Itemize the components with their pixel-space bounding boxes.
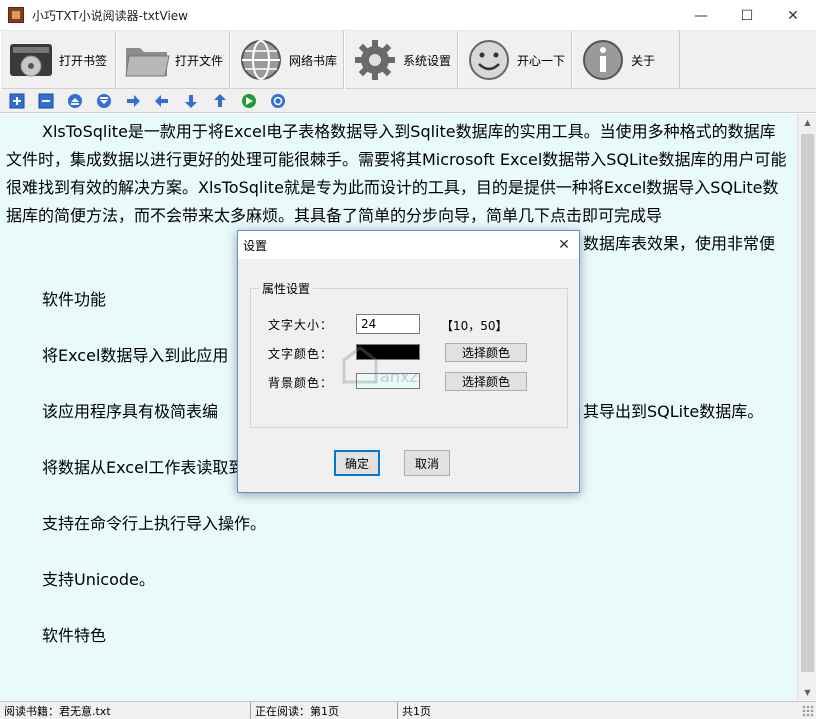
scroll-up-arrow-icon[interactable]: ▲: [798, 114, 816, 131]
choose-text-color-button[interactable]: 选择颜色: [445, 343, 527, 362]
dialog-close-button[interactable]: ✕: [555, 236, 573, 254]
gear-icon: [351, 36, 399, 84]
status-book: 阅读书籍：君无意.txt: [0, 701, 251, 719]
open-bookmark-button[interactable]: 打开书签: [0, 31, 116, 89]
open-file-button[interactable]: 打开文件: [116, 31, 230, 89]
text-color-label: 文字颜色：: [268, 347, 334, 361]
smiley-icon: [465, 36, 513, 84]
auto-scroll-icon[interactable]: [240, 92, 258, 110]
scroll-thumb[interactable]: [801, 134, 814, 672]
close-button[interactable]: ✕: [770, 0, 816, 31]
fun-label: 开心一下: [516, 53, 565, 68]
resize-grip-icon[interactable]: [802, 705, 814, 717]
online-library-button[interactable]: 网络书库: [230, 31, 344, 89]
open-file-label: 打开文件: [175, 53, 224, 68]
open-bookmark-label: 打开书签: [59, 53, 108, 68]
dialog-title: 设置: [243, 238, 268, 253]
online-library-label: 网络书库: [288, 53, 337, 68]
maximize-button[interactable]: ☐: [724, 0, 770, 31]
choose-bg-color-button[interactable]: 选择颜色: [445, 372, 527, 391]
window-title: 小巧TXT小说阅读器-txtView: [32, 8, 188, 23]
scroll-top-icon[interactable]: [66, 92, 84, 110]
info-icon: [579, 36, 627, 84]
folder-icon: [123, 36, 171, 84]
zoom-in-icon[interactable]: [8, 92, 26, 110]
cd-drive-icon: [7, 36, 55, 84]
main-toolbar: 打开书签 打开文件 网络书库 系统设置 开心一下 关于: [0, 31, 816, 89]
status-bar: 阅读书籍：君无意.txt 正在阅读：第1页 共1页: [0, 701, 816, 719]
ok-button[interactable]: 确定: [334, 450, 380, 476]
scroll-bottom-icon[interactable]: [95, 92, 113, 110]
navigation-iconbar: [0, 89, 816, 113]
minimize-button[interactable]: —: [678, 0, 724, 31]
arrow-right-icon[interactable]: [124, 92, 142, 110]
font-size-input[interactable]: [356, 314, 420, 334]
refresh-icon[interactable]: [269, 92, 287, 110]
arrow-up-icon[interactable]: [211, 92, 229, 110]
feature-5: 支持Unicode。: [42, 570, 155, 589]
status-reading: 正在阅读：第1页: [251, 701, 398, 719]
fun-button[interactable]: 开心一下: [458, 31, 572, 89]
group-title: 属性设置: [259, 280, 314, 297]
app-icon: [8, 7, 24, 23]
font-size-range: 【10，50】: [441, 319, 508, 333]
bg-color-label: 背景颜色：: [268, 376, 334, 390]
arrow-down-icon[interactable]: [182, 92, 200, 110]
dialog-title-bar: 设置: [238, 231, 579, 259]
about-label: 关于: [631, 53, 656, 68]
settings-label: 系统设置: [402, 53, 451, 68]
title-bar: 小巧TXT小说阅读器-txtView — ☐ ✕: [0, 0, 816, 31]
font-size-label: 文字大小：: [268, 318, 334, 332]
traits-title: 软件特色: [42, 626, 107, 645]
reader-overflow-text: 数据库表效果，使用非常便: [581, 230, 797, 288]
feature-1-tail: 其导出到SQLite数据库。: [581, 398, 797, 426]
arrow-left-icon[interactable]: [153, 92, 171, 110]
status-total: 共1页: [402, 704, 431, 718]
settings-button[interactable]: 系统设置: [344, 31, 458, 89]
feature-4: 支持在命令行上执行导入操作。: [42, 514, 267, 533]
zoom-out-icon[interactable]: [37, 92, 55, 110]
svg-text:anxz: anxz: [380, 367, 418, 386]
cancel-button[interactable]: 取消: [404, 450, 450, 476]
watermark-logo-icon: anxz: [340, 342, 430, 388]
globe-icon: [237, 36, 285, 84]
paragraph-intro: XlsToSqlite是一款用于将Excel电子表格数据导入到Sqlite数据库…: [6, 122, 787, 225]
scroll-down-arrow-icon[interactable]: ▼: [798, 684, 816, 701]
about-button[interactable]: 关于: [572, 31, 680, 89]
vertical-scrollbar[interactable]: ▲ ▼: [797, 114, 816, 701]
